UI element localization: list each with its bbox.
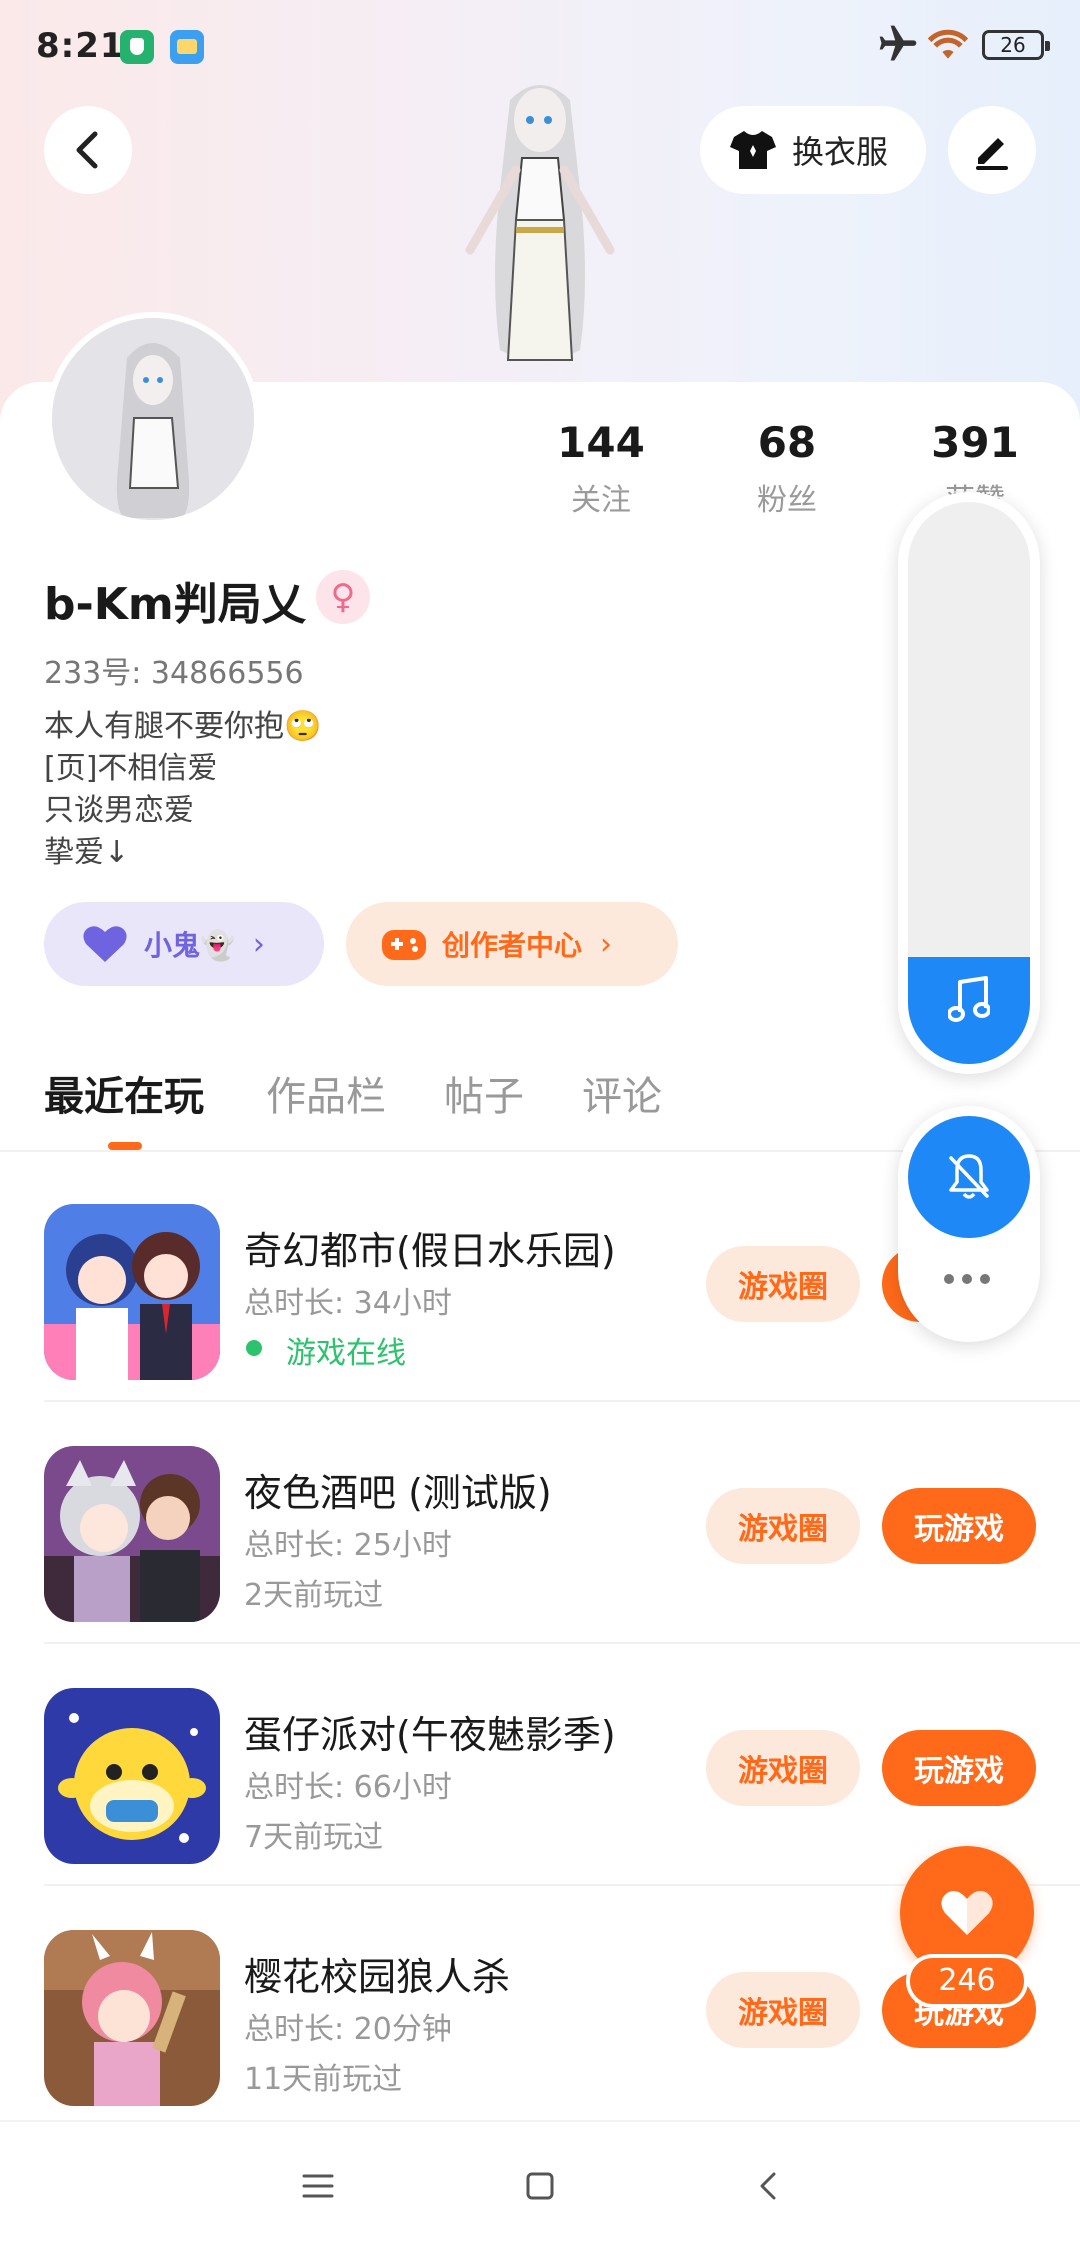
- play-game-button[interactable]: 玩游戏: [882, 1730, 1036, 1806]
- game-online-status: 游戏在线: [244, 1328, 406, 1372]
- game-title: 蛋仔派对(午夜魅影季): [244, 1713, 616, 1757]
- stat-following-label: 关注: [571, 483, 631, 518]
- gamepad-icon: [382, 930, 426, 960]
- game-icon: [44, 1446, 220, 1622]
- tab-posts[interactable]: 帖子: [444, 1064, 524, 1122]
- creator-center-label: 创作者中心: [442, 929, 583, 962]
- stat-following[interactable]: 144 关注: [526, 418, 676, 519]
- heart-icon: [941, 1891, 993, 1935]
- game-circle-button[interactable]: 游戏圈: [706, 1246, 860, 1322]
- change-outfit-label: 换衣服: [792, 133, 889, 171]
- game-icon: [44, 1930, 220, 2106]
- game-playtime: 总时长: 25小时: [244, 1528, 452, 1563]
- chevron-right-icon: ›: [252, 926, 265, 962]
- mute-notifications-button[interactable]: [908, 1116, 1030, 1238]
- game-title: 夜色酒吧 (测试版): [244, 1471, 552, 1515]
- game-title: 奇幻都市(假日水乐园): [244, 1229, 616, 1273]
- bio-line: 挚爱↓: [44, 835, 130, 870]
- stat-followers-count: 68: [757, 418, 817, 467]
- stat-likes-count: 391: [931, 418, 1019, 467]
- edit-profile-button[interactable]: [948, 106, 1036, 194]
- tab-recently-played[interactable]: 最近在玩: [44, 1064, 204, 1122]
- system-navigation-bar: [0, 2120, 1080, 2248]
- game-playtime: 总时长: 66小时: [244, 1770, 452, 1805]
- ringer-panel: [898, 1106, 1040, 1342]
- volume-slider[interactable]: [908, 502, 1030, 1064]
- chevron-right-icon: ›: [600, 926, 613, 962]
- game-icon: [44, 1688, 220, 1864]
- username: b-Km判局乂: [44, 579, 306, 630]
- airplane-icon: [879, 25, 917, 61]
- game-icon: [44, 1204, 220, 1380]
- gender-female-icon: ♀: [316, 570, 370, 624]
- wifi-icon: [927, 29, 969, 59]
- more-options-icon[interactable]: [944, 1274, 990, 1284]
- game-playtime: 总时长: 34小时: [244, 1286, 452, 1321]
- wallet-app-icon: [170, 30, 204, 64]
- tshirt-icon: [730, 131, 776, 169]
- back-nav-icon[interactable]: [748, 2166, 788, 2206]
- volume-panel: [898, 492, 1040, 1074]
- bio-line: [页]不相信爱: [44, 751, 218, 786]
- game-circle-button[interactable]: 游戏圈: [706, 1972, 860, 2048]
- stat-following-count: 144: [557, 418, 645, 467]
- shield-app-icon: [120, 30, 154, 64]
- music-note-icon: [948, 976, 990, 1022]
- status-time: 8:21: [36, 26, 125, 66]
- friend-group-label: 小鬼👻: [144, 929, 235, 962]
- game-circle-button[interactable]: 游戏圈: [706, 1488, 860, 1564]
- change-outfit-button[interactable]: 换衣服: [700, 106, 926, 194]
- back-arrow-icon: [76, 131, 98, 169]
- bio: 本人有腿不要你抱🙄 [页]不相信爱 只谈男恋爱 挚爱↓: [44, 706, 321, 874]
- back-button[interactable]: [44, 106, 132, 194]
- tab-works[interactable]: 作品栏: [266, 1064, 386, 1122]
- game-last-played: 11天前玩过: [244, 2062, 403, 2097]
- active-tab-indicator: [108, 1142, 142, 1150]
- game-list-item[interactable]: 蛋仔派对(午夜魅影季) 总时长: 66小时 7天前玩过 游戏圈 玩游戏: [0, 1644, 1080, 1886]
- game-title: 樱花校园狼人杀: [244, 1955, 511, 1999]
- heart-icon: [83, 926, 127, 962]
- home-icon[interactable]: [520, 2166, 560, 2206]
- friend-group-button[interactable]: 小鬼👻 ›: [44, 902, 324, 986]
- avatar-character-image: [465, 85, 615, 361]
- play-game-button[interactable]: 玩游戏: [882, 1488, 1036, 1564]
- battery-icon: 26: [982, 30, 1050, 60]
- creator-center-button[interactable]: 创作者中心 ›: [346, 902, 678, 986]
- stat-followers-label: 粉丝: [757, 483, 817, 518]
- game-last-played: 7天前玩过: [244, 1820, 384, 1855]
- game-last-played: 2天前玩过: [244, 1578, 384, 1613]
- game-circle-button[interactable]: 游戏圈: [706, 1730, 860, 1806]
- like-count: 246: [906, 1954, 1028, 2008]
- user-id: 233号: 34866556: [44, 656, 304, 691]
- pencil-icon: [976, 138, 1008, 170]
- bio-line: 只谈男恋爱: [44, 793, 194, 828]
- avatar-image: [52, 318, 254, 520]
- tab-comments[interactable]: 评论: [582, 1064, 662, 1122]
- stat-followers[interactable]: 68 粉丝: [712, 418, 862, 519]
- game-playtime: 总时长: 20分钟: [244, 2012, 452, 2047]
- bio-line: 本人有腿不要你抱🙄: [44, 709, 322, 744]
- bell-off-icon: [949, 1154, 989, 1199]
- game-list-item[interactable]: 夜色酒吧 (测试版) 总时长: 25小时 2天前玩过 游戏圈 玩游戏: [0, 1402, 1080, 1644]
- avatar[interactable]: [46, 312, 260, 526]
- menu-icon[interactable]: [298, 2166, 338, 2206]
